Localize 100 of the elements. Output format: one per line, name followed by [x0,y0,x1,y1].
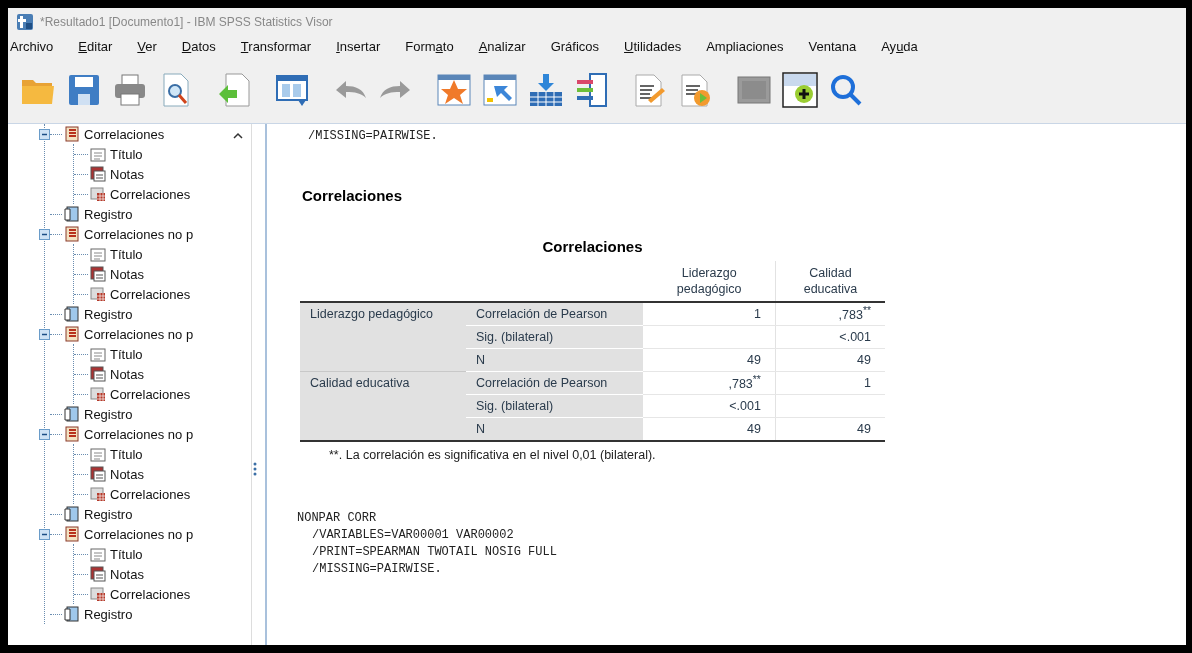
menu-item[interactable]: Ayuda [881,38,918,54]
menu-item[interactable]: Editar [78,38,113,54]
title-icon [90,446,106,462]
table-icon [90,586,106,602]
notes-icon [90,266,106,282]
menu-item[interactable]: Ampliaciones [706,38,784,54]
tree-item[interactable]: Registro [84,606,133,622]
row-header: Correlación de Pearson [466,371,644,395]
tree-item[interactable]: Correlaciones [110,186,191,202]
syntax-line: /PRINT=SPEARMAN TWOTAIL NOSIG FULL [311,544,558,561]
tree-item[interactable]: Título [110,546,143,562]
syntax-line: /VARIABLES=VAR00001 VAR00002 [311,527,515,544]
table-icon [90,486,106,502]
window-icon[interactable] [274,72,310,108]
log-icon [64,406,80,422]
tree-item[interactable]: Título [110,246,143,262]
tree-item[interactable]: Correlaciones no p [84,226,194,242]
syntax-line: /MISSING=PAIRWISE. [311,561,443,578]
row-header: Correlación de Pearson [466,302,644,326]
procedure-icon [64,326,80,342]
row-header: N [466,348,644,372]
scroll-up-icon[interactable] [233,132,243,140]
notes-icon [90,466,106,482]
tree-item[interactable]: Correlaciones [110,386,191,402]
app-icon [16,12,34,31]
table-cell: 49 [643,417,776,441]
search-icon[interactable] [828,72,864,108]
row-header: N [466,417,644,441]
tree-item[interactable]: Correlaciones [110,286,191,302]
menu-item[interactable]: Ventana [808,38,857,54]
table-icon [90,386,106,402]
menu-item[interactable]: Ver [137,38,157,54]
table-cell: 49 [775,417,885,441]
printer-icon[interactable] [112,72,148,108]
window-title: *Resultado1 [Documento1] - IBM SPSS Statistics Visor [40,14,333,29]
menu-item[interactable]: Formato [405,38,454,54]
log-icon [64,206,80,222]
tree-item[interactable]: Registro [84,306,133,322]
notes-icon [90,566,106,582]
tree-item[interactable]: Notas [110,366,144,382]
log-icon [64,506,80,522]
collapse-toggle[interactable] [39,228,50,240]
tree-item[interactable]: Registro [84,206,133,222]
table-icon [90,286,106,302]
row-header: Liderazgo pedagógico [300,302,466,372]
column-header: Liderazgo pedagógico [643,261,776,302]
collapse-toggle[interactable] [39,428,50,440]
menu-item[interactable]: Utilidades [624,38,682,54]
table-icon [90,186,106,202]
table-cell: ,783$^{**}$ [775,302,885,326]
tree-item[interactable]: Título [110,146,143,162]
title-icon [90,146,106,162]
row-header: Sig. (bilateral) [466,325,644,349]
row-header: Calidad educativa [300,371,466,441]
log-icon [64,606,80,622]
tree-item[interactable]: Correlaciones [84,126,165,142]
procedure-icon [64,126,80,142]
tree-item[interactable]: Título [110,346,143,362]
title-icon [90,546,106,562]
syntax-line: /MISSING=PAIRWISE. [307,128,439,145]
procedure-icon [64,226,80,242]
table-cell: 49 [775,348,885,372]
row-header: Sig. (bilateral) [466,394,644,418]
tree-item[interactable]: Correlaciones [110,486,191,502]
tree-item[interactable]: Correlaciones no p [84,426,194,442]
tree-item[interactable]: Registro [84,406,133,422]
tree-item[interactable]: Correlaciones no p [84,326,194,342]
table-cell: 1 [775,371,885,395]
title-icon [90,246,106,262]
menu-item[interactable]: Archivo [10,38,54,54]
table-download-icon[interactable] [528,72,564,108]
table-cell: <.001 [775,325,885,349]
collapse-toggle[interactable] [39,528,50,540]
tree-item[interactable]: Notas [110,266,144,282]
colored-list-icon[interactable] [574,72,610,108]
table-cell: <.001 [643,394,776,418]
tree-item[interactable]: Notas [110,466,144,482]
menu-item[interactable]: Datos [181,38,216,54]
document-pencil-icon[interactable] [632,72,668,108]
tree-item[interactable]: Correlaciones no p [84,526,194,542]
collapse-toggle[interactable] [39,128,50,140]
tree-item[interactable]: Correlaciones [110,586,191,602]
procedure-icon [64,526,80,542]
menu-item[interactable]: Gráficos [550,38,600,54]
tree-item[interactable]: Notas [110,166,144,182]
tree-item[interactable]: Notas [110,566,144,582]
table-cell: 1 [643,302,776,326]
collapse-toggle[interactable] [39,328,50,340]
menu-item[interactable]: Analizar [478,38,526,54]
table-cell: ,783$^{**}$ [643,371,776,395]
table-title: Correlaciones [541,238,644,255]
tree-item[interactable]: Registro [84,506,133,522]
log-icon [64,306,80,322]
splitter-handle[interactable] [253,462,257,476]
table-footnote: **. La correlación es significativa en el nivel 0,01 (bilateral). [329,448,657,462]
output-heading: Correlaciones [302,187,404,204]
menu-item[interactable]: Transformar [240,38,312,54]
tree-item[interactable]: Título [110,446,143,462]
menu-item[interactable]: Insertar [336,38,381,54]
title-icon [90,346,106,362]
